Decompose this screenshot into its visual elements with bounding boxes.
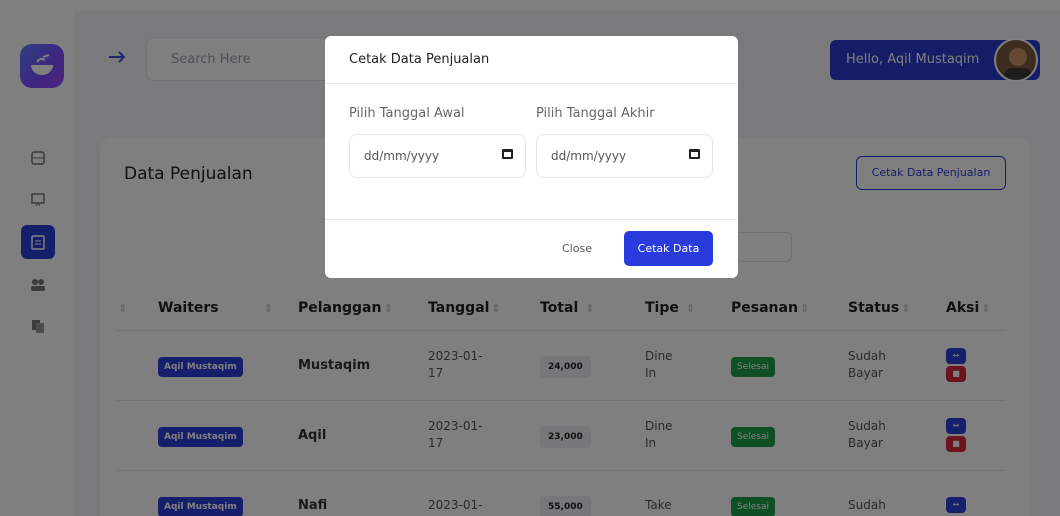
- end-date-value: dd/mm/yyyy: [551, 149, 627, 163]
- end-date-field[interactable]: dd/mm/yyyy: [536, 134, 713, 178]
- start-date-label: Pilih Tanggal Awal: [349, 106, 465, 121]
- print-sales-modal: Cetak Data Penjualan Pilih Tanggal Awal …: [325, 36, 738, 278]
- modal-body: Pilih Tanggal Awal Pilih Tanggal Akhir d…: [325, 84, 738, 220]
- start-date-field[interactable]: dd/mm/yyyy: [349, 134, 526, 178]
- end-date-label: Pilih Tanggal Akhir: [536, 106, 655, 121]
- print-data-button[interactable]: Cetak Data: [624, 231, 713, 266]
- modal-title: Cetak Data Penjualan: [325, 36, 738, 84]
- start-date-value: dd/mm/yyyy: [364, 149, 440, 163]
- calendar-icon[interactable]: [502, 149, 513, 159]
- calendar-icon[interactable]: [689, 149, 700, 159]
- close-button[interactable]: Close: [562, 242, 592, 255]
